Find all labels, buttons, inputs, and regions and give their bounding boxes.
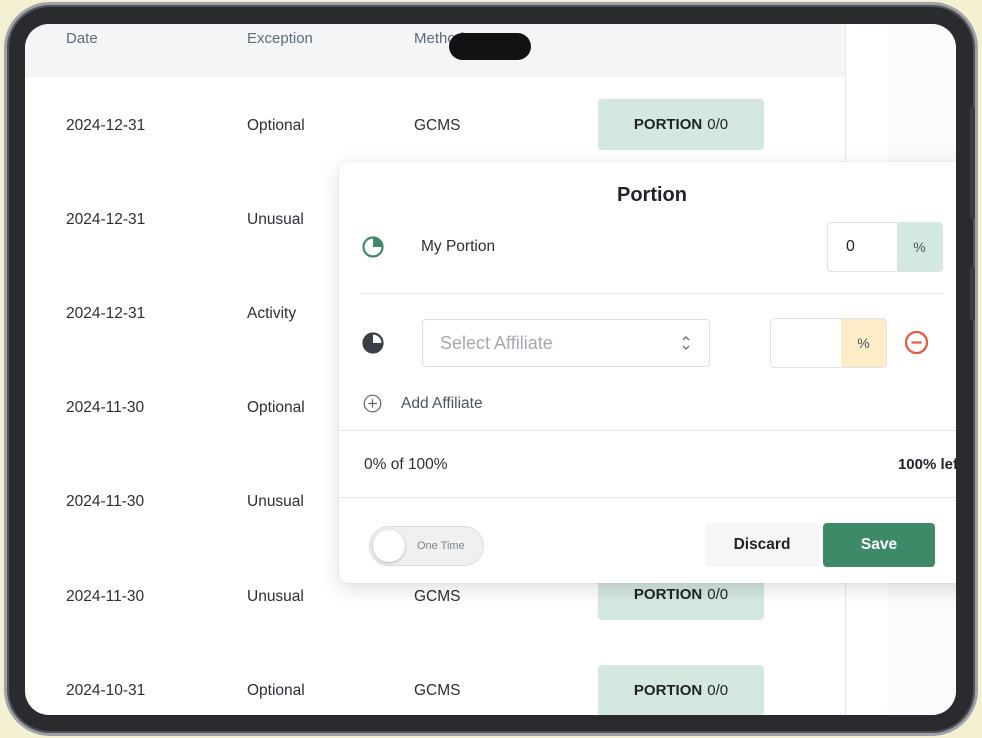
my-portion-input[interactable]: 0 %: [827, 222, 943, 272]
section-divider: [361, 293, 943, 294]
cell-method: GCMS: [414, 588, 461, 605]
cell-method: GCMS: [414, 117, 461, 134]
my-portion-value[interactable]: 0: [828, 223, 897, 271]
pie-chart-icon: [362, 332, 384, 354]
cell-exception: Unusual: [247, 211, 304, 228]
affiliate-select[interactable]: Select Affiliate: [422, 319, 710, 367]
portion-button-label: PORTION: [633, 116, 703, 133]
cell-date: 2024-12-31: [66, 211, 146, 228]
save-button[interactable]: Save: [823, 523, 935, 567]
popover-title: Portion: [617, 184, 687, 206]
minus-circle-icon[interactable]: [904, 330, 929, 355]
section-divider: [339, 497, 956, 498]
cell-exception: Optional: [247, 117, 305, 134]
one-time-label: One Time: [417, 540, 465, 552]
cell-date: 2024-11-30: [66, 399, 145, 416]
table-row: 2024-10-31 Optional GCMS PORTION 0/0: [25, 642, 845, 715]
cell-date: 2024-12-31: [66, 117, 146, 134]
portion-button[interactable]: PORTION 0/0: [598, 99, 764, 150]
cell-date: 2024-10-31: [66, 682, 146, 699]
affiliate-portion-input[interactable]: %: [770, 318, 887, 368]
affiliate-select-placeholder: Select Affiliate: [440, 332, 553, 353]
chevron-up-down-icon: [682, 336, 690, 350]
discard-button[interactable]: Discard: [705, 523, 819, 567]
add-affiliate-label: Add Affiliate: [401, 394, 483, 412]
portion-button-count: 0/0: [707, 682, 729, 699]
portion-button-count: 0/0: [707, 586, 729, 603]
one-time-toggle[interactable]: One Time: [369, 526, 484, 566]
power-button: [970, 267, 975, 321]
portion-popover: Portion My Portion 0 % Select Affiliate …: [339, 162, 956, 583]
plus-circle-icon: [363, 394, 382, 413]
cell-exception: Unusual: [247, 493, 304, 510]
cell-exception: Unusual: [247, 588, 304, 605]
portion-button-label: PORTION: [633, 586, 703, 603]
volume-button: [970, 107, 975, 219]
cell-date: 2024-12-31: [66, 305, 146, 322]
header-exception: Exception: [247, 30, 313, 47]
my-portion-unit: %: [897, 223, 942, 271]
allocated-summary: 0% of 100%: [364, 456, 448, 473]
table-header: Date Exception Method: [25, 24, 845, 77]
cell-method: GCMS: [414, 682, 461, 699]
toggle-knob: [373, 530, 405, 562]
remaining-summary: 100% left: [897, 456, 956, 473]
portion-button[interactable]: PORTION 0/0: [598, 665, 764, 715]
affiliate-portion-value[interactable]: [771, 319, 841, 367]
cell-date: 2024-11-30: [66, 493, 145, 510]
section-divider: [339, 430, 956, 431]
header-date: Date: [66, 30, 98, 47]
my-portion-label: My Portion: [421, 238, 496, 255]
screen: Date Exception Method 2024-12-31 Optiona…: [25, 24, 956, 715]
cell-exception: Activity: [247, 305, 297, 322]
cell-exception: Optional: [247, 399, 305, 416]
table-row: 2024-12-31 Optional GCMS PORTION 0/0: [25, 77, 845, 171]
portion-button-label: PORTION: [633, 682, 703, 699]
add-affiliate-button[interactable]: Add Affiliate: [363, 394, 483, 413]
cell-date: 2024-11-30: [66, 588, 145, 605]
affiliate-portion-unit: %: [841, 319, 886, 367]
pie-chart-icon: [362, 236, 384, 258]
cell-exception: Optional: [247, 682, 305, 699]
portion-button-count: 0/0: [707, 116, 729, 133]
camera-notch: [449, 33, 531, 60]
